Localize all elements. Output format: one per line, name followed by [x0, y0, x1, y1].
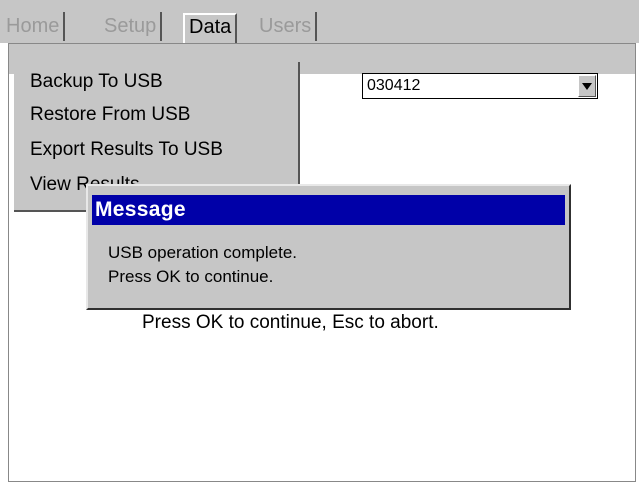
tab-users[interactable]: Users: [255, 12, 318, 41]
menu-item-backup-to-usb[interactable]: Backup To USB: [30, 70, 163, 94]
chevron-down-icon[interactable]: [578, 75, 596, 97]
tab-data[interactable]: Data: [183, 13, 238, 44]
message-dialog: Message USB operation complete. Press OK…: [86, 184, 571, 310]
dialog-message-line-2: Press OK to continue.: [108, 267, 274, 286]
menu-item-restore-from-usb[interactable]: Restore From USB: [30, 103, 190, 127]
tab-home[interactable]: Home: [2, 12, 66, 41]
tab-setup[interactable]: Setup: [100, 12, 163, 41]
tab-bar: Home Setup Data Users: [0, 0, 639, 44]
date-select-value: 030412: [367, 77, 421, 94]
dialog-title: Message: [92, 195, 565, 225]
background-prompt-text: Press OK to continue, Esc to abort.: [142, 312, 439, 333]
date-select[interactable]: 030412: [362, 73, 598, 99]
menu-item-export-results-to-usb[interactable]: Export Results To USB: [30, 138, 223, 162]
dialog-message-line-1: USB operation complete.: [108, 243, 297, 262]
